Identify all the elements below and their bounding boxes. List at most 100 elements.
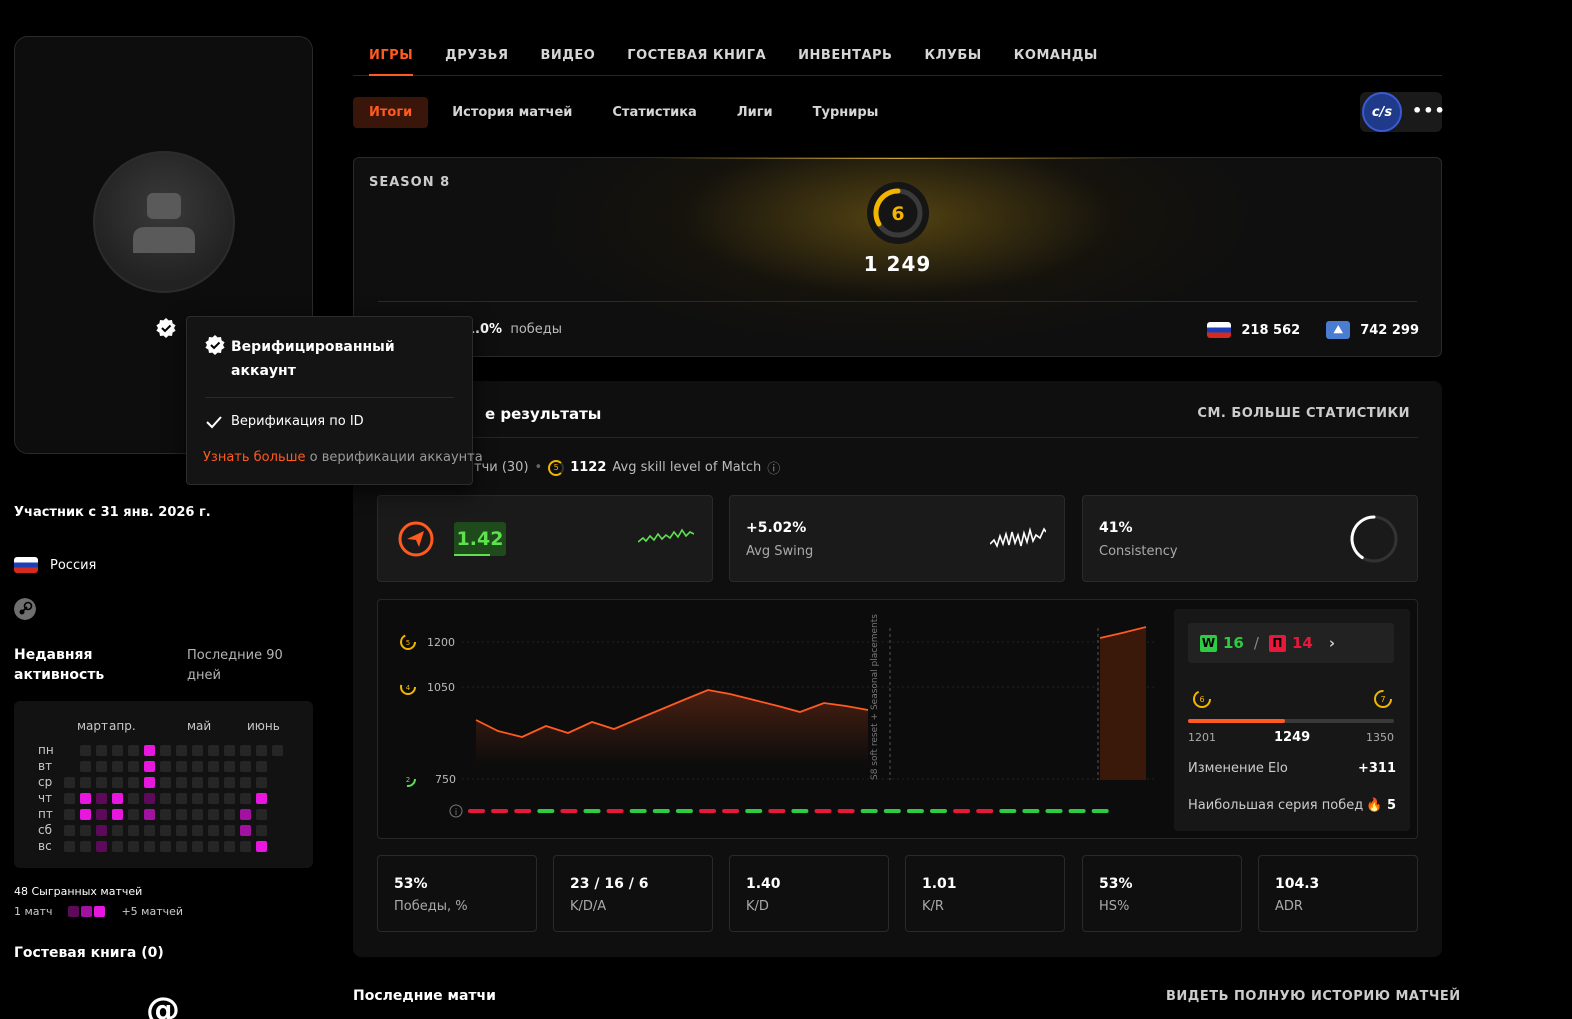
heatmap-cell[interactable]: [64, 777, 75, 788]
heatmap-cell[interactable]: [64, 825, 75, 836]
steam-icon[interactable]: [14, 598, 36, 620]
heatmap-cell[interactable]: [128, 825, 139, 836]
heatmap-cell[interactable]: [256, 777, 267, 788]
heatmap-cell[interactable]: [80, 777, 91, 788]
match-win-mark[interactable]: [652, 809, 670, 813]
heatmap-cell[interactable]: [96, 777, 107, 788]
match-win-mark[interactable]: [745, 809, 763, 813]
subtab-statistics[interactable]: Статистика: [592, 97, 716, 128]
heatmap-cell[interactable]: [176, 809, 187, 820]
tab-games[interactable]: ИГРЫ: [369, 36, 414, 76]
info-icon[interactable]: ⓘ: [767, 458, 780, 477]
heatmap-cell[interactable]: [224, 777, 235, 788]
heatmap-cell[interactable]: [128, 841, 139, 852]
heatmap-cell[interactable]: [208, 745, 219, 756]
chevron-right-icon[interactable]: ›: [1329, 634, 1335, 652]
heatmap-cell[interactable]: [224, 761, 235, 772]
heatmap-cell[interactable]: [96, 825, 107, 836]
heatmap-cell[interactable]: [256, 825, 267, 836]
heatmap-cell[interactable]: [208, 761, 219, 772]
heatmap-cell[interactable]: [160, 793, 171, 804]
match-win-mark[interactable]: [999, 809, 1017, 813]
heatmap-cell[interactable]: [96, 841, 107, 852]
heatmap-cell[interactable]: [224, 745, 235, 756]
heatmap-cell[interactable]: [64, 809, 75, 820]
heatmap-cell[interactable]: [240, 825, 251, 836]
heatmap-cell[interactable]: [96, 761, 107, 772]
heatmap-cell[interactable]: [112, 841, 123, 852]
match-win-mark[interactable]: [1068, 809, 1086, 813]
heatmap-cell[interactable]: [128, 745, 139, 756]
match-loss-mark[interactable]: [722, 809, 740, 813]
heatmap-cell[interactable]: [112, 777, 123, 788]
heatmap-cell[interactable]: [208, 825, 219, 836]
see-more-stats-link[interactable]: СМ. БОЛЬШЕ СТАТИСТИКИ: [1197, 406, 1410, 421]
match-win-mark[interactable]: [906, 809, 924, 813]
heatmap-cell[interactable]: [160, 841, 171, 852]
match-win-mark[interactable]: [629, 809, 647, 813]
heatmap-cell[interactable]: [144, 777, 155, 788]
tab-teams[interactable]: КОМАНДЫ: [1014, 36, 1098, 75]
heatmap-cell[interactable]: [240, 761, 251, 772]
subtab-tournaments[interactable]: Турниры: [793, 97, 899, 128]
heatmap-cell[interactable]: [144, 793, 155, 804]
heatmap-cell[interactable]: [176, 825, 187, 836]
heatmap-cell[interactable]: [80, 793, 91, 804]
match-loss-mark[interactable]: [976, 809, 994, 813]
subtab-overview[interactable]: Итоги: [353, 97, 429, 128]
match-win-mark[interactable]: [860, 809, 878, 813]
heatmap-cell[interactable]: [256, 745, 267, 756]
heatmap-cell[interactable]: [80, 761, 91, 772]
match-loss-mark[interactable]: [837, 809, 855, 813]
heatmap-cell[interactable]: [80, 825, 91, 836]
heatmap-cell[interactable]: [208, 841, 219, 852]
heatmap-cell[interactable]: [224, 841, 235, 852]
heatmap-cell[interactable]: [128, 761, 139, 772]
full-history-link[interactable]: ВИДЕТЬ ПОЛНУЮ ИСТОРИЮ МАТЧЕЙ: [1166, 989, 1461, 1004]
heatmap-cell[interactable]: [160, 745, 171, 756]
match-loss-mark[interactable]: [699, 809, 716, 813]
heatmap-cell[interactable]: [144, 825, 155, 836]
heatmap-cell[interactable]: [256, 841, 267, 852]
heatmap-cell[interactable]: [160, 761, 171, 772]
heatmap-cell[interactable]: [176, 761, 187, 772]
match-win-mark[interactable]: [675, 809, 693, 813]
heatmap-cell[interactable]: [112, 745, 123, 756]
heatmap-cell[interactable]: [112, 825, 123, 836]
heatmap-cell[interactable]: [208, 793, 219, 804]
win-loss-summary[interactable]: W 16 / П 14 ›: [1188, 623, 1394, 663]
heatmap-cell[interactable]: [240, 793, 251, 804]
heatmap-cell[interactable]: [192, 745, 203, 756]
match-win-mark[interactable]: [1022, 809, 1040, 813]
heatmap-cell[interactable]: [256, 809, 267, 820]
guestbook-title[interactable]: Гостевая книга (0): [14, 945, 164, 961]
tab-guestbook[interactable]: ГОСТЕВАЯ КНИГА: [627, 36, 766, 75]
heatmap-cell[interactable]: [256, 761, 267, 772]
more-options-icon[interactable]: •••: [1412, 101, 1446, 120]
heatmap-cell[interactable]: [112, 761, 123, 772]
match-win-mark[interactable]: [930, 809, 947, 813]
heatmap-cell[interactable]: [256, 793, 267, 804]
heatmap-cell[interactable]: [176, 841, 187, 852]
match-loss-mark[interactable]: [768, 809, 786, 813]
tab-clubs[interactable]: КЛУБЫ: [924, 36, 981, 75]
match-win-mark[interactable]: [583, 809, 601, 813]
heatmap-cell[interactable]: [112, 809, 123, 820]
subtab-match-history[interactable]: История матчей: [432, 97, 592, 128]
heatmap-cell[interactable]: [144, 745, 155, 756]
tab-friends[interactable]: ДРУЗЬЯ: [445, 36, 508, 75]
heatmap-cell[interactable]: [80, 809, 91, 820]
heatmap-cell[interactable]: [96, 809, 107, 820]
match-win-mark[interactable]: [1045, 809, 1063, 813]
heatmap-cell[interactable]: [176, 777, 187, 788]
game-selector[interactable]: c/s •••: [1360, 92, 1445, 132]
match-win-mark[interactable]: [1091, 809, 1109, 813]
avatar[interactable]: [93, 151, 235, 293]
heatmap-cell[interactable]: [240, 745, 251, 756]
heatmap-cell[interactable]: [176, 745, 187, 756]
heatmap-cell[interactable]: [192, 841, 203, 852]
heatmap-cell[interactable]: [96, 793, 107, 804]
heatmap-cell[interactable]: [208, 777, 219, 788]
heatmap-cell[interactable]: [192, 761, 203, 772]
heatmap-cell[interactable]: [96, 745, 107, 756]
